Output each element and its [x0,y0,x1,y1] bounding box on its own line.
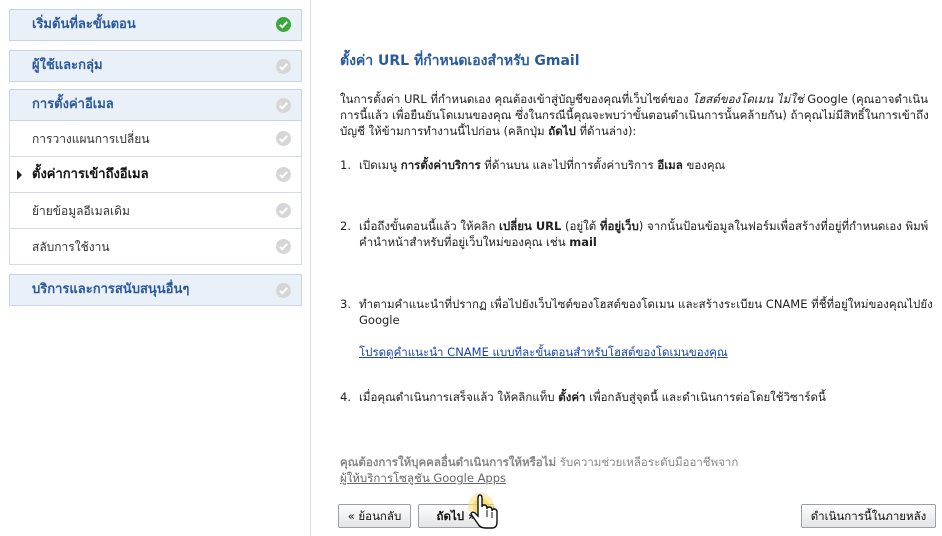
main-content: ตั้งค่า URL ที่กำหนดเองสำหรับ Gmail ในกา… [311,0,942,536]
sidebar-section-label: บริการและการสนับสนุนอื่นๆ [32,282,190,297]
check-pending-icon [276,131,291,146]
sidebar-item-switch-over[interactable]: สลับการใช้งาน [9,229,302,265]
help-description: รับความช่วยเหลือระดับมืออาชีพจาก [556,455,739,469]
step-number: 4. [340,390,351,404]
setup-sidebar: เริ่มต้นที่ละขั้นตอน ผู้ใช้และกลุ่ม การต… [0,0,310,536]
step-text-bold: อีเมล [657,158,683,172]
step-text-part: ที่ด้านบน และไปที่การตั้งค่าบริการ [480,158,658,172]
sidebar-section-users-groups[interactable]: ผู้ใช้และกลุ่ม [9,50,302,82]
check-pending-icon [276,59,291,74]
sidebar-section-get-started[interactable]: เริ่มต้นที่ละขั้นตอน [9,9,302,41]
step-text-part: เมื่อถึงขั้นตอนนี้แล้ว ให้คลิก [359,219,499,233]
step-text: ทำตามคำแนะนำที่ปรากฏ เพื่อไปยังเว็บไซต์ข… [359,297,933,327]
sidebar-section-email-settings[interactable]: การตั้งค่าอีเมล [9,89,302,121]
sidebar-item-label: ย้ายข้อมูลอีเมลเดิม [32,204,130,218]
step-text-bold: ตั้งค่า [558,390,586,404]
current-step-arrow-icon [17,170,22,180]
intro-text: ในการตั้งค่า URL ที่กำหนดเอง คุณต้องเข้า… [340,92,693,106]
intro-paragraph: ในการตั้งค่า URL ที่กำหนดเอง คุณต้องเข้า… [340,91,936,139]
step-text-bold: ที่อยู่เว็บ [599,219,639,233]
check-pending-icon [276,167,291,182]
intro-host-italic: โฮสต์ของโดเมน ไม่ใช่ [692,92,804,106]
do-later-button[interactable]: ดำเนินการนี้ในภายหลัง [801,504,936,528]
sidebar-item-email-access[interactable]: ตั้งค่าการเข้าถึงอีเมล [9,157,302,193]
sidebar-item-label: ตั้งค่าการเข้าถึงอีเมล [32,167,149,182]
step-text-bold: เปลี่ยน URL [498,219,562,233]
sidebar-item-label: สลับการใช้งาน [32,240,110,254]
step-text: เมื่อถึงขั้นตอนนี้แล้ว ให้คลิก เปลี่ยน U… [359,218,934,250]
check-pending-icon [276,239,291,254]
step-number: 3. [340,297,351,311]
step-text-part: ของคุณ [682,158,726,172]
intro-text: ที่ด้านล่าง): [575,124,637,138]
sidebar-item-plan-migration[interactable]: การวางแผนการเปลี่ยน [9,121,302,157]
step-text-part: เพื่อกลับสู่จุดนี้ และดำเนินการต่อโดยใช้… [585,390,826,404]
step-text-bold: mail [569,235,597,249]
check-pending-icon [276,98,291,113]
step-text-part: เปิดเมนู [359,158,401,172]
step-text: เมื่อคุณดำเนินการเสร็จแล้ว ให้คลิกแท็บ ต… [359,389,934,405]
sidebar-section-label: เริ่มต้นที่ละขั้นตอน [32,17,136,32]
step-text: เปิดเมนู การตั้งค่าบริการ ที่ด้านบน และไ… [359,157,934,173]
step-text-part: เมื่อคุณดำเนินการเสร็จแล้ว ให้คลิกแท็บ [359,390,559,404]
intro-next-bold: ถัดไป [548,124,576,138]
step-number: 2. [340,219,351,233]
next-button[interactable]: ถัดไป » [418,504,494,528]
check-pending-icon [276,203,291,218]
sidebar-section-other-services[interactable]: บริการและการสนับสนุนอื่นๆ [9,274,302,306]
sidebar-item-migrate-email[interactable]: ย้ายข้อมูลอีเมลเดิม [9,193,302,229]
help-text: คุณต้องการให้บุคคลอื่นดำเนินการให้หรือไม… [340,454,738,486]
sidebar-item-label: การวางแผนการเปลี่ยน [32,132,150,146]
help-question: คุณต้องการให้บุคคลอื่นดำเนินการให้หรือไม… [340,455,557,469]
check-pending-icon [276,283,291,298]
step-number: 1. [340,158,351,172]
sidebar-section-label: การตั้งค่าอีเมล [32,97,114,112]
cname-instructions-link[interactable]: โปรดดูคำแนะนำ CNAME แบบทีละขั้นตอนสำหรับ… [359,344,728,362]
step-text-part: (อยู่ใต้ [561,219,600,233]
step-text-bold: การตั้งค่าบริการ [400,158,481,172]
check-complete-icon [276,17,291,32]
page-title: ตั้งค่า URL ที่กำหนดเองสำหรับ Gmail [340,53,580,69]
sidebar-section-label: ผู้ใช้และกลุ่ม [32,58,103,73]
solutions-provider-link[interactable]: ผู้ให้บริการโซลูชัน Google Apps [340,470,506,486]
back-button[interactable]: « ย้อนกลับ [338,504,411,528]
